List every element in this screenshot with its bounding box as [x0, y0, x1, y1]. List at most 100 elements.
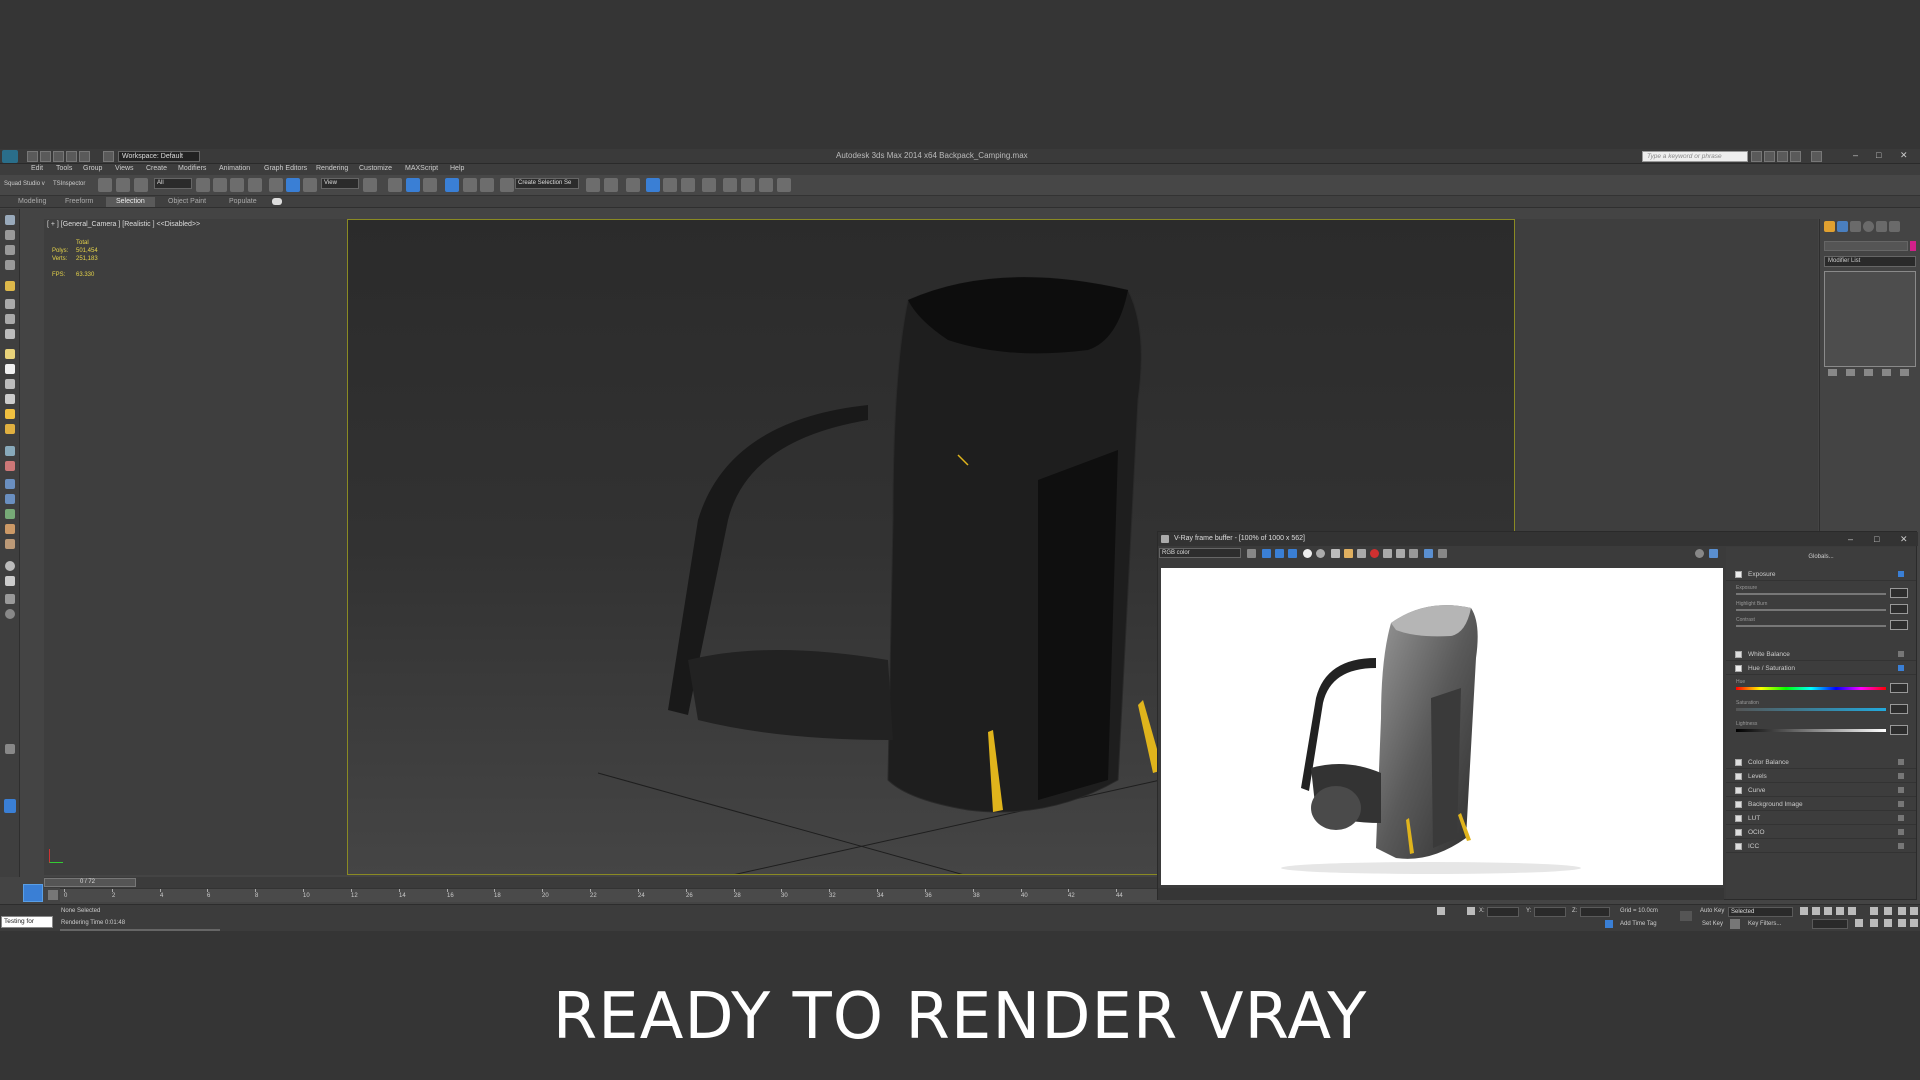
vfb-maximize-button[interactable]: □: [1874, 532, 1879, 546]
tab-freeform[interactable]: Freeform: [55, 197, 103, 207]
expand-icon[interactable]: [1898, 801, 1904, 807]
exposure-value-field[interactable]: [1890, 604, 1908, 614]
display-tab-icon[interactable]: [1876, 221, 1887, 232]
cc-row-ocio[interactable]: OCIO: [1726, 827, 1916, 839]
menu-edit[interactable]: Edit: [31, 165, 43, 172]
spinner-snap-icon[interactable]: [480, 178, 494, 192]
utilities-tab-icon[interactable]: [1889, 221, 1900, 232]
cc-checkbox[interactable]: [1735, 665, 1742, 672]
move-icon[interactable]: [269, 178, 283, 192]
cube-icon[interactable]: [5, 299, 15, 309]
stack-icon[interactable]: [5, 594, 15, 604]
current-frame-field[interactable]: [1812, 919, 1848, 929]
rotate-icon[interactable]: [286, 178, 300, 192]
blue-channel-icon[interactable]: [1288, 549, 1297, 558]
open-file-button[interactable]: [40, 151, 51, 162]
x-coord-field[interactable]: [1487, 907, 1519, 917]
hue-slider[interactable]: [1736, 708, 1886, 711]
selection-filter-dropdown[interactable]: All: [154, 178, 192, 189]
cc-row-levels[interactable]: Levels: [1726, 771, 1916, 783]
rectangular-selection-icon[interactable]: [230, 178, 244, 192]
viewport-label[interactable]: [ + ] [General_Camera ] [Realistic ] <<D…: [47, 221, 200, 228]
tab-selection[interactable]: Selection: [106, 197, 155, 207]
cone-icon[interactable]: [5, 394, 15, 404]
add-time-tag-icon[interactable]: [1605, 920, 1613, 928]
ribbon-options-icon[interactable]: [272, 198, 282, 205]
foliage-icon[interactable]: [5, 509, 15, 519]
y-coord-field[interactable]: [1534, 907, 1566, 917]
hue-slider[interactable]: [1736, 687, 1886, 690]
maximize-button[interactable]: □: [1876, 150, 1881, 160]
expand-icon[interactable]: [1898, 829, 1904, 835]
ts-inspector-label[interactable]: TSInspector: [53, 181, 85, 187]
cc-checkbox[interactable]: [1735, 801, 1742, 808]
key-filters-button[interactable]: Key Filters...: [1748, 921, 1781, 927]
maximize-viewport-icon[interactable]: [1910, 907, 1918, 915]
maximize-toggle-icon[interactable]: [1910, 919, 1918, 927]
schematic-view-icon[interactable]: [681, 178, 695, 192]
menu-group[interactable]: Group: [83, 165, 102, 172]
exposure-slider[interactable]: [1736, 625, 1886, 627]
zoom-all-icon[interactable]: [1884, 907, 1892, 915]
expand-icon[interactable]: [1898, 759, 1904, 765]
expand-icon[interactable]: [1898, 815, 1904, 821]
key-mode-icon[interactable]: [1680, 911, 1692, 921]
stop-render-icon[interactable]: [1370, 549, 1379, 558]
view-icon[interactable]: [1709, 549, 1718, 558]
helper-icon[interactable]: [5, 446, 15, 456]
menu-create[interactable]: Create: [146, 165, 167, 172]
modifier-list-dropdown[interactable]: Modifier List: [1824, 256, 1916, 267]
configure-sets-icon[interactable]: [1900, 369, 1909, 376]
help-icon[interactable]: [1811, 151, 1822, 162]
menu-views[interactable]: Views: [115, 165, 134, 172]
minimize-button[interactable]: –: [1853, 150, 1858, 160]
cc-checkbox[interactable]: [1735, 843, 1742, 850]
communication-icon[interactable]: [1777, 151, 1788, 162]
select-object-icon[interactable]: [196, 178, 210, 192]
close-button[interactable]: ✕: [1900, 150, 1908, 161]
zoom-extents-icon[interactable]: [1898, 907, 1906, 915]
absolute-mode-icon[interactable]: [1467, 907, 1475, 915]
lock-selection-icon[interactable]: [1437, 907, 1445, 915]
cc-checkbox[interactable]: [1735, 773, 1742, 780]
named-selection-dropdown[interactable]: Create Selection Se: [515, 178, 579, 189]
project-folder-button[interactable]: [103, 151, 114, 162]
cc-row-exposure[interactable]: Exposure: [1726, 569, 1916, 581]
link-icon[interactable]: [98, 178, 112, 192]
motion-tab-icon[interactable]: [1863, 221, 1874, 232]
menu-modifiers[interactable]: Modifiers: [178, 165, 206, 172]
sphere-icon[interactable]: [5, 314, 15, 324]
alpha-channel-icon[interactable]: [1303, 549, 1312, 558]
load-image-icon[interactable]: [1344, 549, 1353, 558]
pin-stack-icon[interactable]: [1828, 369, 1837, 376]
fur-icon[interactable]: [5, 539, 15, 549]
monochrome-icon[interactable]: [1316, 549, 1325, 558]
cc-checkbox[interactable]: [1735, 571, 1742, 578]
modify-tab-icon[interactable]: [1837, 221, 1848, 232]
expand-icon[interactable]: [1898, 843, 1904, 849]
zoom-icon[interactable]: [1870, 907, 1878, 915]
play-icon[interactable]: [1824, 907, 1832, 915]
geometry-icon[interactable]: [5, 329, 15, 339]
cc-checkbox[interactable]: [1735, 829, 1742, 836]
camera-icon[interactable]: [5, 349, 15, 359]
app-logo-icon[interactable]: [2, 150, 18, 163]
list-icon[interactable]: [5, 245, 15, 255]
exposure-value-field[interactable]: [1890, 588, 1908, 598]
mirror-icon[interactable]: [586, 178, 600, 192]
render-button-icon[interactable]: [1695, 549, 1704, 558]
globals-button[interactable]: Globals...: [1736, 552, 1906, 562]
key-selection-dropdown[interactable]: Selected: [1728, 907, 1793, 917]
pan-view-icon[interactable]: [1884, 919, 1892, 927]
hue-value-field[interactable]: [1890, 683, 1908, 693]
exposure-value-field[interactable]: [1890, 620, 1908, 630]
mini-curve-editor-button[interactable]: [48, 890, 58, 900]
bind-spacewarp-icon[interactable]: [134, 178, 148, 192]
save-file-button[interactable]: [53, 151, 64, 162]
cc-row-icc[interactable]: ICC: [1726, 841, 1916, 853]
question-icon[interactable]: [5, 609, 15, 619]
create-tab-icon[interactable]: [1824, 221, 1835, 232]
clear-icon[interactable]: [1357, 549, 1366, 558]
menu-customize[interactable]: Customize: [359, 165, 392, 172]
edit-named-selection-icon[interactable]: [500, 178, 514, 192]
